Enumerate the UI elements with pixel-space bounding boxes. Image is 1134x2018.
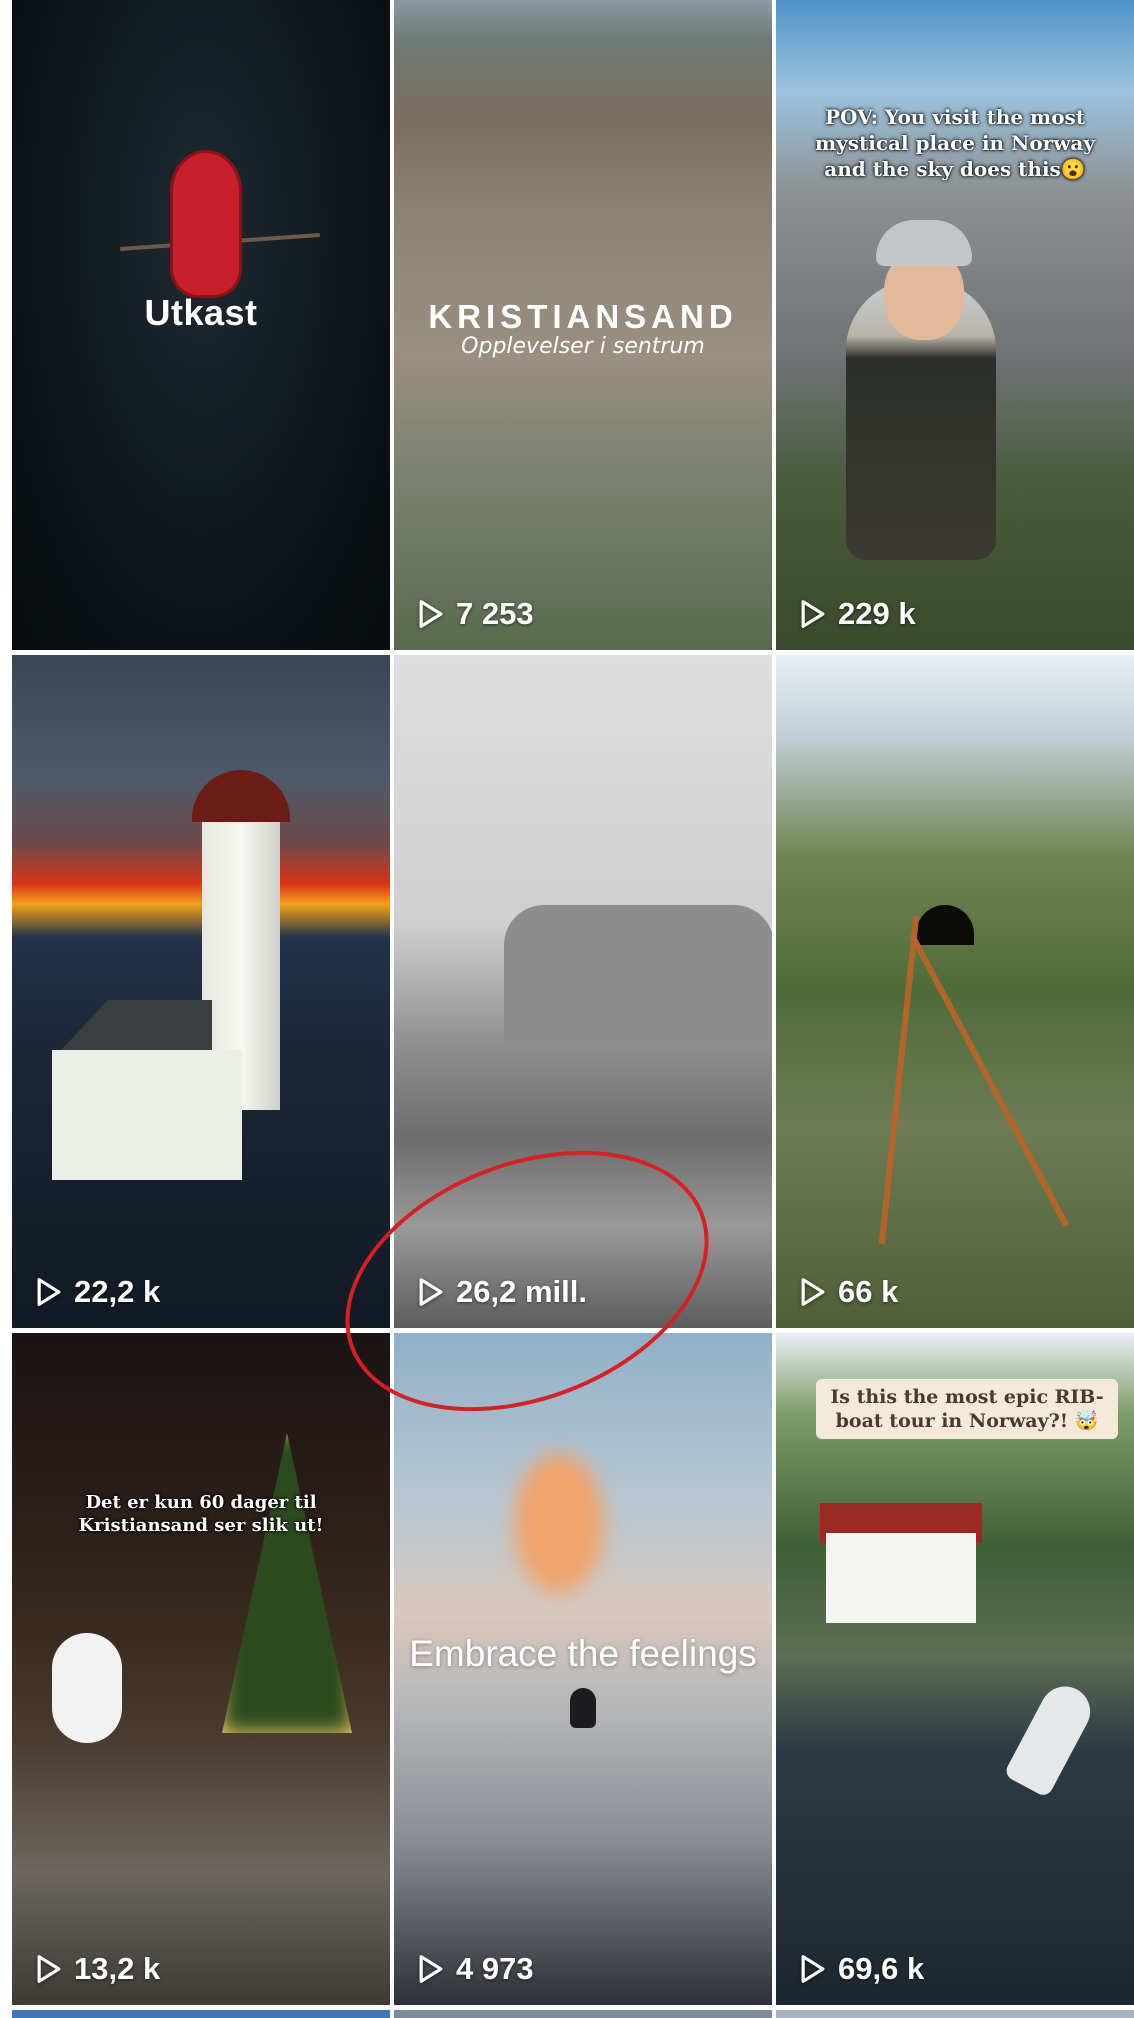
building-graphic <box>504 905 772 1045</box>
video-tile-partial[interactable] <box>776 2010 1134 2018</box>
view-count: 22,2 k <box>34 1274 160 1310</box>
view-count-value: 69,6 k <box>838 1951 925 1986</box>
tunnel-graphic <box>916 905 974 945</box>
red-boat-graphic <box>170 150 242 298</box>
view-count-value: 4 973 <box>456 1951 534 1986</box>
person-graphic <box>846 220 996 560</box>
video-tile-infinity-pool[interactable]: Embrace the feelings 4 973 <box>394 1333 772 2005</box>
snowman-graphic <box>52 1633 122 1743</box>
view-count: 66 k <box>798 1274 898 1310</box>
play-icon <box>419 600 443 628</box>
cloud-graphic <box>514 1453 604 1593</box>
video-tile-lighthouse[interactable]: 22,2 k <box>12 655 390 1328</box>
video-caption: Embrace the feelings <box>409 1633 757 1674</box>
video-tile-railway[interactable]: 66 k <box>776 655 1134 1328</box>
view-count: 7 253 <box>416 596 534 632</box>
beanie-graphic <box>876 220 972 266</box>
view-count: 13,2 k <box>34 1951 160 1987</box>
video-caption: POV: You visit the most mystical place i… <box>814 105 1096 181</box>
view-count: 229 k <box>798 596 916 632</box>
play-icon <box>419 1955 443 1983</box>
view-count: 4 973 <box>416 1951 534 1987</box>
video-tile-rib-boat[interactable]: Is this the most epic RIB-boat tour in N… <box>776 1333 1134 2005</box>
rail-graphic <box>908 932 1070 1228</box>
view-count: 69,6 k <box>798 1951 924 1987</box>
video-tile-christmas[interactable]: Det er kun 60 dager til Kristiansand ser… <box>12 1333 390 2005</box>
view-count-value: 66 k <box>838 1274 899 1309</box>
view-count-value: 22,2 k <box>74 1274 161 1309</box>
rib-boat-graphic <box>1003 1677 1099 1799</box>
play-icon <box>801 600 825 628</box>
video-subtitle: Opplevelser i sentrum <box>461 334 705 359</box>
play-icon <box>37 1278 61 1306</box>
play-icon <box>801 1955 825 1983</box>
view-count-value: 7 253 <box>456 596 534 631</box>
draft-label: Utkast <box>144 292 258 333</box>
video-title: KRISTIANSAND <box>428 298 738 335</box>
rail-graphic <box>878 915 920 1245</box>
christmas-tree-graphic <box>222 1433 352 1733</box>
play-icon <box>419 1278 443 1306</box>
view-count: 26,2 mill. <box>416 1274 587 1310</box>
draft-tile[interactable]: Utkast <box>12 0 390 650</box>
view-count-value: 26,2 mill. <box>456 1274 587 1309</box>
view-count-value: 229 k <box>838 596 916 631</box>
video-tile-pov[interactable]: POV: You visit the most mystical place i… <box>776 0 1134 650</box>
house-graphic <box>52 1050 242 1180</box>
video-caption: Is this the most epic RIB-boat tour in N… <box>816 1379 1118 1439</box>
play-icon <box>801 1278 825 1306</box>
video-tile-architecture[interactable]: 26,2 mill. <box>394 655 772 1328</box>
house-graphic <box>826 1533 976 1623</box>
video-tile-partial[interactable] <box>12 2010 390 2018</box>
swimmer-graphic <box>570 1688 596 1728</box>
lighthouse-lamp-graphic <box>192 770 290 822</box>
video-tile-partial[interactable] <box>394 2010 772 2018</box>
view-count-value: 13,2 k <box>74 1951 161 1986</box>
video-tile-kristiansand[interactable]: KRISTIANSAND Opplevelser i sentrum 7 253 <box>394 0 772 650</box>
video-grid: Utkast KRISTIANSAND Opplevelser i sentru… <box>0 0 1134 2018</box>
play-icon <box>37 1955 61 1983</box>
video-caption: Det er kun 60 dager til Kristiansand ser… <box>78 1492 324 1536</box>
